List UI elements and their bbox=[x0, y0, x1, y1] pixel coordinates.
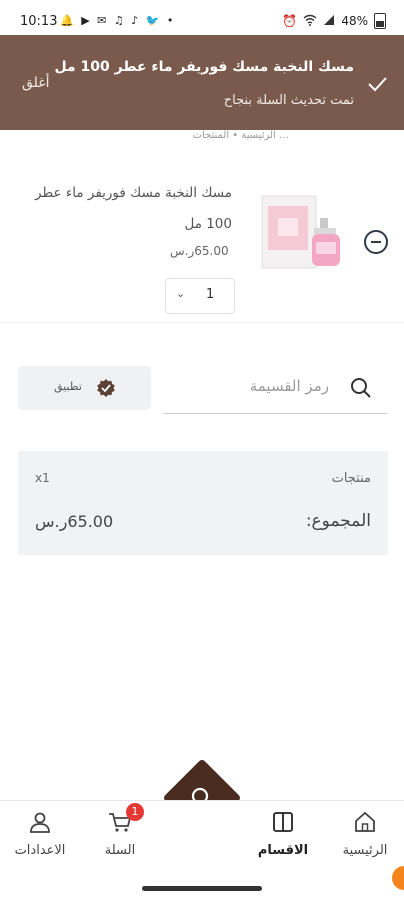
nav-home[interactable]: الرئيسية bbox=[325, 809, 404, 858]
total-label: المجموع: bbox=[305, 511, 371, 531]
columns-icon bbox=[273, 812, 293, 832]
notification-icons: 🔔 ▶ ✉ ♫ ♪ 🐦 • bbox=[60, 14, 176, 27]
user-icon bbox=[30, 812, 50, 833]
search-icon bbox=[351, 378, 371, 398]
apply-label: تطبيق bbox=[54, 380, 82, 393]
status-time: 10:13 bbox=[20, 14, 58, 29]
alarm-icon: ⏰ bbox=[282, 14, 298, 28]
products-count: x1 bbox=[35, 471, 50, 485]
product-image[interactable] bbox=[258, 190, 356, 276]
chevron-down-icon: ⌄ bbox=[176, 287, 186, 300]
status-bar: 10:13 🔔 ▶ ✉ ♫ ♪ 🐦 • ⏰ 48% bbox=[0, 0, 404, 40]
nav-cart[interactable]: 1 السلة bbox=[80, 803, 160, 858]
nav-settings-label: الاعدادات bbox=[14, 843, 66, 858]
quantity-select[interactable]: ⌄ 1 bbox=[165, 278, 235, 314]
product-price: 65.00ر.س bbox=[170, 244, 229, 258]
breadcrumb: … الرئيسية • المنتجات bbox=[192, 130, 289, 141]
toast-close-button[interactable]: أغلق bbox=[22, 75, 50, 91]
nav-cart-label: السلة bbox=[104, 843, 136, 858]
quantity-value: 1 bbox=[206, 287, 215, 302]
battery-percent: 48% bbox=[341, 14, 368, 28]
status-right: ⏰ 48% bbox=[282, 13, 386, 29]
verified-badge-icon bbox=[97, 379, 115, 397]
nav-categories-label: الاقسام bbox=[257, 843, 309, 858]
nav-categories[interactable]: الاقسام bbox=[243, 809, 323, 858]
toast-title: مسك النخبة مسك فوريفر ماء عطر 100 مل bbox=[54, 59, 354, 75]
bottom-navigation: الرئيسية الاقسام 1 السلة الاعدادات bbox=[0, 800, 404, 879]
battery-icon bbox=[374, 13, 386, 29]
total-value: 65.00ر.س bbox=[35, 512, 114, 531]
cart-count-badge: 1 bbox=[126, 803, 144, 821]
toast-subtitle: تمت تحديث السلة بنجاح bbox=[223, 93, 354, 108]
home-indicator[interactable] bbox=[142, 886, 262, 891]
cart-updated-toast: مسك النخبة مسك فوريفر ماء عطر 100 مل تمت… bbox=[0, 35, 404, 130]
nav-home-label: الرئيسية bbox=[342, 843, 388, 858]
apply-coupon-button[interactable]: تطبيق bbox=[18, 366, 151, 410]
divider bbox=[0, 322, 404, 323]
check-icon bbox=[368, 77, 387, 92]
signal-icon bbox=[323, 14, 335, 29]
product-title[interactable]: مسك النخبة مسك فوريفر ماء عطر 100 مل bbox=[17, 178, 232, 240]
order-summary: منتجات x1 المجموع: 65.00ر.س bbox=[18, 451, 388, 555]
floating-badge[interactable] bbox=[392, 866, 404, 890]
wifi-icon bbox=[303, 14, 317, 29]
home-icon bbox=[355, 811, 375, 832]
nav-settings[interactable]: الاعدادات bbox=[0, 809, 80, 858]
coupon-placeholder: رمز القسيمة bbox=[249, 377, 329, 395]
coupon-input[interactable]: رمز القسيمة bbox=[163, 366, 387, 414]
remove-item-button[interactable] bbox=[364, 230, 388, 254]
products-label: منتجات bbox=[331, 471, 371, 486]
